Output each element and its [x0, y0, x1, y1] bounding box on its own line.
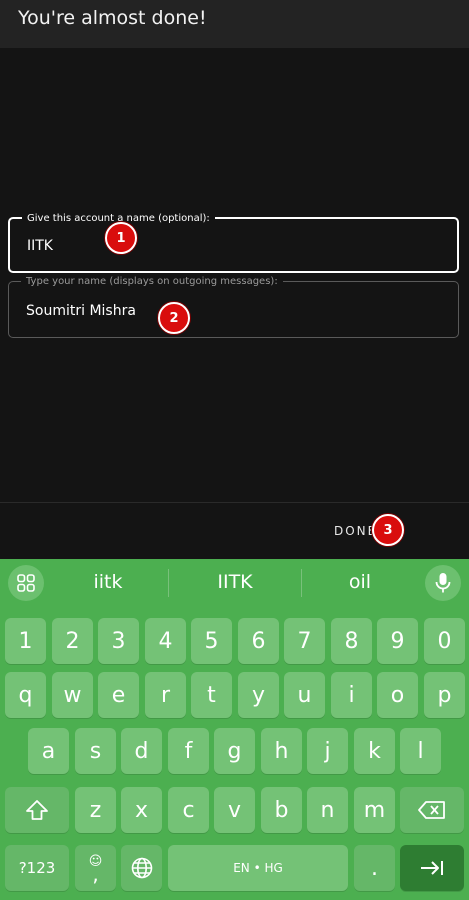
key-0[interactable]: 0: [424, 618, 465, 664]
key-i[interactable]: i: [331, 672, 372, 718]
key-t[interactable]: t: [191, 672, 232, 718]
key-4[interactable]: 4: [145, 618, 186, 664]
key-y[interactable]: y: [238, 672, 279, 718]
space-bar[interactable]: EN • HG: [168, 845, 348, 891]
key-o[interactable]: o: [377, 672, 418, 718]
key-1[interactable]: 1: [5, 618, 46, 664]
key-z[interactable]: z: [75, 787, 116, 833]
key-k[interactable]: k: [354, 728, 395, 774]
globe-icon: [131, 857, 152, 879]
key-u[interactable]: u: [284, 672, 325, 718]
key-2[interactable]: 2: [52, 618, 93, 664]
key-6[interactable]: 6: [238, 618, 279, 664]
key-5[interactable]: 5: [191, 618, 232, 664]
key-3[interactable]: 3: [98, 618, 139, 664]
shift-key[interactable]: [5, 787, 69, 833]
key-v[interactable]: v: [214, 787, 255, 833]
soft-keyboard: iitk IITK oil 1 2 3 4 5 6 7 8 9 0 q w e …: [0, 559, 469, 900]
marker-2: 2: [158, 302, 190, 334]
key-n[interactable]: n: [307, 787, 348, 833]
key-x[interactable]: x: [121, 787, 162, 833]
key-p[interactable]: p: [424, 672, 465, 718]
key-m[interactable]: m: [354, 787, 395, 833]
key-d[interactable]: d: [121, 728, 162, 774]
language-key[interactable]: [121, 845, 162, 891]
key-e[interactable]: e: [98, 672, 139, 718]
suggestion-1[interactable]: iitk: [53, 571, 163, 593]
account-name-field[interactable]: Give this account a name (optional): IIT…: [8, 212, 459, 273]
key-8[interactable]: 8: [331, 618, 372, 664]
key-j[interactable]: j: [307, 728, 348, 774]
suggestion-3[interactable]: oil: [305, 571, 415, 593]
account-name-input[interactable]: IITK: [27, 238, 53, 254]
enter-tab-icon: [421, 861, 443, 875]
key-g[interactable]: g: [214, 728, 255, 774]
key-7[interactable]: 7: [284, 618, 325, 664]
marker-1: 1: [105, 222, 137, 254]
voice-input-button[interactable]: [425, 565, 461, 601]
microphone-icon: [435, 573, 451, 593]
your-name-field[interactable]: Type your name (displays on outgoing mes…: [8, 275, 459, 338]
key-h[interactable]: h: [261, 728, 302, 774]
key-b[interactable]: b: [261, 787, 302, 833]
done-button[interactable]: DONE: [334, 524, 377, 538]
backspace-icon: [418, 801, 445, 819]
suggestion-divider: [168, 569, 169, 597]
emoji-comma-key[interactable]: ☺ ,: [75, 845, 116, 891]
key-a[interactable]: a: [28, 728, 69, 774]
shift-icon: [26, 800, 48, 820]
your-name-label: Type your name (displays on outgoing mes…: [21, 275, 283, 288]
suggestion-divider: [301, 569, 302, 597]
key-c[interactable]: c: [168, 787, 209, 833]
key-q[interactable]: q: [5, 672, 46, 718]
backspace-key[interactable]: [400, 787, 464, 833]
key-w[interactable]: w: [52, 672, 93, 718]
key-9[interactable]: 9: [377, 618, 418, 664]
key-l[interactable]: l: [400, 728, 441, 774]
key-f[interactable]: f: [168, 728, 209, 774]
suggestion-2[interactable]: IITK: [180, 571, 290, 593]
comma-label: ,: [92, 862, 99, 886]
apps-grid-icon: [17, 574, 35, 592]
your-name-input[interactable]: Soumitri Mishra: [26, 303, 136, 319]
key-r[interactable]: r: [145, 672, 186, 718]
suggestion-strip: iitk IITK oil: [0, 559, 469, 609]
key-s[interactable]: s: [75, 728, 116, 774]
app-bar: You're almost done!: [0, 0, 469, 48]
period-key[interactable]: .: [354, 845, 395, 891]
keyboard-apps-button[interactable]: [8, 565, 44, 601]
enter-key[interactable]: [400, 845, 464, 891]
symbols-key[interactable]: ?123: [5, 845, 69, 891]
page-title: You're almost done!: [18, 7, 207, 29]
marker-3: 3: [372, 514, 404, 546]
